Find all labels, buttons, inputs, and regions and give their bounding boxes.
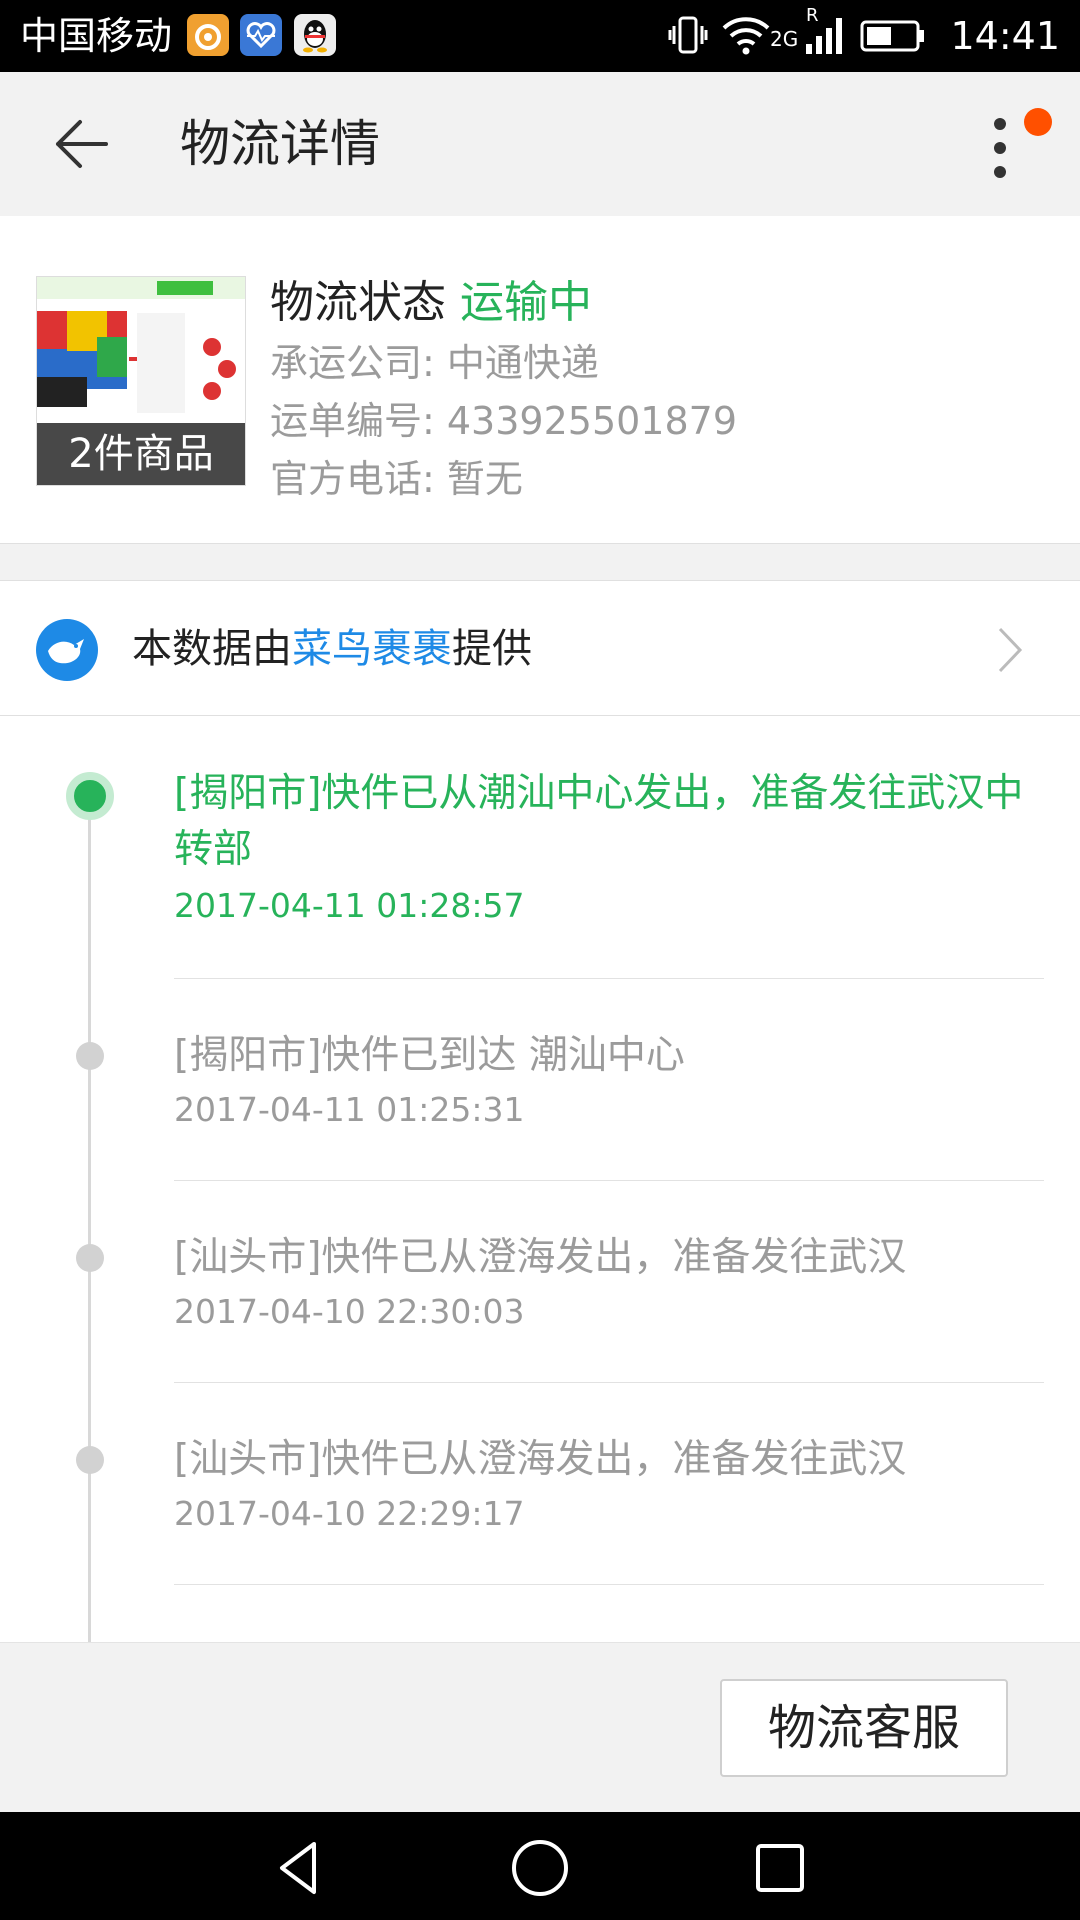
phone-line: 官方电话: 暂无 [270,457,523,501]
data-provider-row[interactable]: 本数据由菜鸟裹裹提供 [0,580,1080,716]
nav-home-icon[interactable] [508,1836,572,1900]
vibrate-icon [668,14,708,60]
shipment-status: 物流状态 运输中 [270,272,737,334]
timeline-line [88,796,91,1642]
shipment-info: 物流状态 运输中 承运公司: 中通快递 运单编号: 433925501879 官… [270,272,737,508]
event-time: 2017-04-11 01:28:57 [174,886,525,925]
carrier-line: 承运公司: 中通快递 [270,341,599,385]
nav-recents-icon[interactable] [748,1836,812,1900]
divider [174,1382,1044,1383]
timeline-dot [76,1446,104,1474]
uc-browser-icon [187,14,229,56]
event-time: 2017-04-10 22:30:03 [174,1292,525,1331]
back-button[interactable] [40,112,124,176]
event-description: [揭阳市]快件已到达 潮汕中心 [174,1033,685,1078]
shipment-card[interactable]: 2件商品 物流状态 运输中 承运公司: 中通快递 运单编号: 433925501… [0,216,1080,544]
event-description: [汕头市]快件已从澄海发出，准备发往武汉 [174,1437,907,1482]
tracking-timeline: [揭阳市]快件已从潮汕中心发出，准备发往武汉中转部 2017-04-11 01:… [0,716,1080,1642]
qq-icon [294,14,336,56]
more-menu-button[interactable] [970,110,1030,186]
status-label: 物流状态 [270,277,446,328]
health-icon [240,14,282,56]
more-vertical-icon [994,118,1006,178]
event-description: [揭阳市]快件已从潮汕中心发出，准备发往武汉中转部 [174,771,1024,872]
network-type: 2G [770,27,799,51]
signal-icon [804,14,844,60]
timeline-dot [76,1244,104,1272]
timeline-dot-current [66,772,114,820]
navigation-bar [0,1812,1080,1920]
event-description: [汕头市]快件已从澄海发出，准备发往武汉 [174,1235,907,1280]
chevron-right-icon [998,627,1023,673]
app-bar: 物流详情 [0,72,1080,216]
logistics-service-button[interactable]: 物流客服 [720,1679,1008,1777]
cainiao-bird-icon [36,619,98,681]
item-count-label: 2件商品 [37,423,245,485]
carrier-name: 中国移动 [20,14,173,58]
status-bar: 中国移动 2G R 14:41 [0,0,1080,72]
provider-name-link[interactable]: 菜鸟裹裹 [292,626,452,672]
divider [174,1180,1044,1181]
product-thumbnail[interactable]: 2件商品 [36,276,246,486]
provider-suffix: 提供 [452,626,532,672]
tracking-number-line: 运单编号: 433925501879 [270,399,738,443]
event-time: 2017-04-10 22:29:17 [174,1494,525,1533]
divider [174,1584,1044,1585]
divider [174,978,1044,979]
arrow-left-icon [56,120,108,168]
bottom-action-bar: 物流客服 [0,1642,1080,1812]
status-value: 运输中 [460,277,592,328]
battery-icon [860,14,926,60]
clock: 14:41 [950,14,1060,58]
timeline-dot [76,1042,104,1070]
page-title: 物流详情 [180,115,380,173]
provider-text: 本数据由菜鸟裹裹提供 [132,617,532,681]
notification-dot [1024,108,1052,136]
provider-prefix: 本数据由 [132,626,292,672]
wifi-icon [720,14,772,60]
event-time: 2017-04-11 01:25:31 [174,1090,525,1129]
nav-back-icon[interactable] [268,1836,332,1900]
